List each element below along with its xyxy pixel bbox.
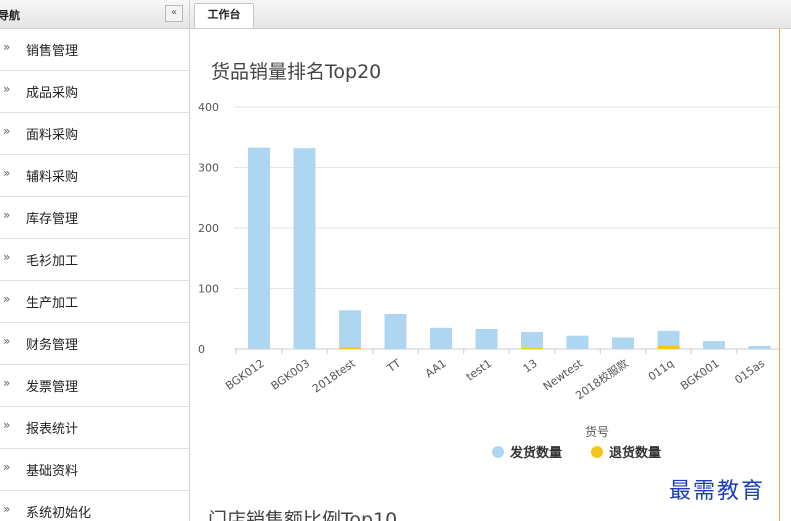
expand-arrow-icon: » <box>3 292 11 306</box>
expand-arrow-icon: » <box>3 82 11 96</box>
x-tick-label: BGK003 <box>269 357 313 393</box>
expand-arrow-icon: » <box>3 334 11 348</box>
x-tick-label: BGK001 <box>678 357 722 393</box>
y-tick-label: 100 <box>198 283 219 296</box>
bar-ship <box>384 313 407 349</box>
expand-arrow-icon: » <box>3 460 11 474</box>
sidebar-item[interactable]: » 系统初始化 <box>0 491 189 521</box>
x-tick-label: test1 <box>464 357 494 384</box>
sidebar-item[interactable]: » 库存管理 <box>0 197 189 239</box>
content-right-border <box>779 29 780 521</box>
expand-arrow-icon: » <box>3 40 11 54</box>
bar-ship <box>475 329 498 349</box>
x-tick-label: 13 <box>521 357 540 376</box>
x-tick-label: BGK012 <box>223 357 267 393</box>
sidebar-title: 导航 <box>0 9 20 22</box>
tab-bar: 工作台 <box>190 0 791 29</box>
bar-ship <box>612 337 634 349</box>
x-tick-label: 011q <box>646 357 676 384</box>
bar-ship <box>293 148 316 349</box>
bar-return <box>339 347 361 349</box>
sidebar-item-label: 财务管理 <box>26 338 79 353</box>
sidebar: 导航 « » 销售管理 » 成品采购 » 面料采购 » 辅料采购 » 库存管理 » 毛衫加工 » 生产加工… <box>0 0 190 521</box>
bar-ship <box>248 147 270 349</box>
sidebar-item-label: 生产加工 <box>26 296 79 311</box>
tab-workbench[interactable]: 工作台 <box>194 3 254 28</box>
bar-return <box>521 347 543 349</box>
y-tick-label: 200 <box>198 222 219 235</box>
x-tick-label: AA1 <box>423 357 449 380</box>
x-tick-label: 015as <box>732 357 767 387</box>
legend-marker-ship <box>492 446 504 458</box>
sidebar-item-label: 毛衫加工 <box>26 254 79 269</box>
sidebar-item[interactable]: » 辅料采购 <box>0 155 189 197</box>
bar-return <box>657 345 680 349</box>
bar-ship <box>748 345 771 349</box>
expand-arrow-icon: » <box>3 376 11 390</box>
legend-label-ship: 发货数量 <box>509 445 562 461</box>
bar-ship <box>657 330 680 346</box>
y-tick-label: 0 <box>198 343 205 356</box>
x-tick-label: TT <box>384 357 403 376</box>
legend-label-return: 退货数量 <box>609 445 661 461</box>
bar-chart: 0 100 200 300 400 BGK012 BGK0032018test TT AA1 te… <box>198 101 779 461</box>
bar-ship <box>566 335 589 349</box>
x-axis-label: 货号 <box>585 424 609 439</box>
sidebar-item[interactable]: » 财务管理 <box>0 323 189 365</box>
bar-ship <box>521 332 543 348</box>
sidebar-item-label: 辅料采购 <box>26 170 79 185</box>
expand-arrow-icon: » <box>3 418 11 432</box>
sidebar-item-label: 发票管理 <box>26 380 79 395</box>
sidebar-item-label: 基础资料 <box>26 464 79 479</box>
chart2-title: 门店销售额比例Top10 <box>208 509 398 521</box>
bar-ship <box>703 341 725 349</box>
expand-arrow-icon: » <box>3 166 11 180</box>
expand-arrow-icon: » <box>3 124 11 138</box>
collapse-sidebar-icon[interactable]: « <box>165 5 183 22</box>
sidebar-item[interactable]: » 基础资料 <box>0 449 189 491</box>
x-tick-label: 2018test <box>310 356 358 395</box>
bar-ship <box>339 310 361 348</box>
sidebar-item-label: 库存管理 <box>26 212 79 227</box>
y-tick-label: 300 <box>198 162 219 175</box>
sidebar-item-label: 报表统计 <box>26 422 79 437</box>
sidebar-item[interactable]: » 成品采购 <box>0 71 189 113</box>
sidebar-item[interactable]: » 销售管理 <box>0 29 189 71</box>
sidebar-item[interactable]: » 生产加工 <box>0 281 189 323</box>
expand-arrow-icon: » <box>3 250 11 264</box>
sidebar-item-label: 系统初始化 <box>26 506 92 521</box>
sidebar-item[interactable]: » 发票管理 <box>0 365 189 407</box>
sidebar-item-label: 成品采购 <box>26 86 79 101</box>
expand-arrow-icon: » <box>3 208 11 222</box>
watermark-text: 最需教育 <box>669 479 766 504</box>
sidebar-item-label: 销售管理 <box>26 44 79 59</box>
sidebar-item-label: 面料采购 <box>26 128 79 143</box>
sidebar-header: 导航 « <box>0 0 189 29</box>
sidebar-item[interactable]: » 毛衫加工 <box>0 239 189 281</box>
sidebar-item[interactable]: » 面料采购 <box>0 113 189 155</box>
y-tick-label: 400 <box>198 101 219 114</box>
legend-marker-return <box>591 446 603 458</box>
expand-arrow-icon: » <box>3 502 11 516</box>
main-content: 货品销量排名Top20 0 100 200 300 400 BGK012 BGK003 201… <box>190 29 779 521</box>
sidebar-item[interactable]: » 报表统计 <box>0 407 189 449</box>
bar-ship <box>430 327 452 349</box>
